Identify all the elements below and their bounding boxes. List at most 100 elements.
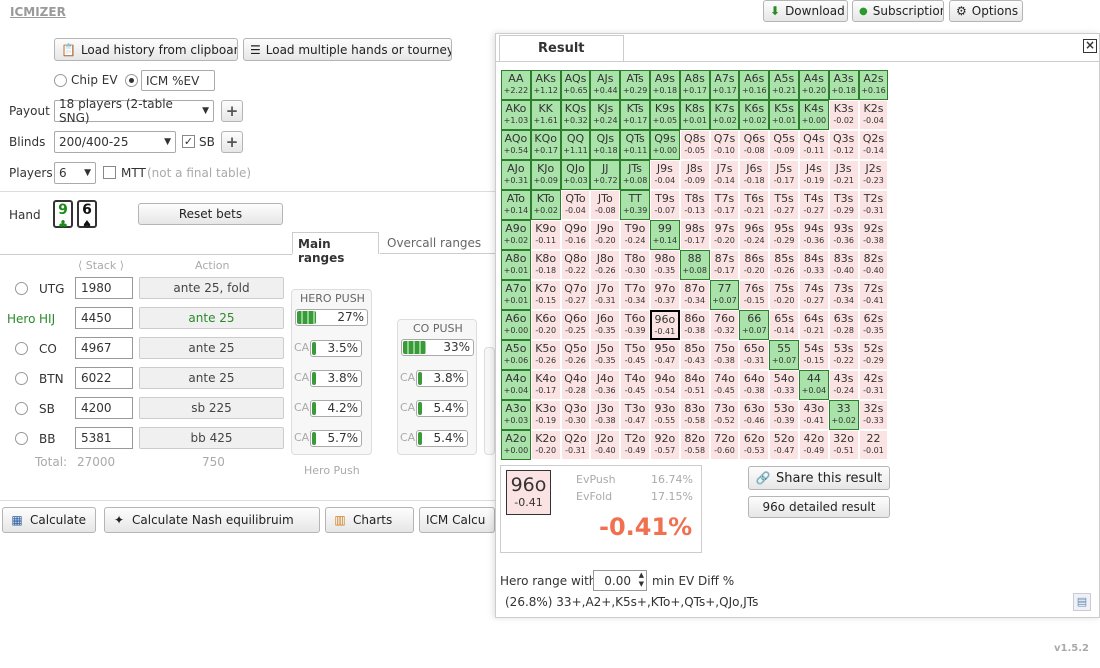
hand-cell[interactable]: K9o -0.11 xyxy=(530,220,561,250)
hand-cell[interactable]: 64s -0.21 xyxy=(798,310,829,340)
hand-cell[interactable]: KTs +0.17 xyxy=(620,100,650,130)
hand-cell[interactable]: 83o -0.58 xyxy=(679,400,710,430)
hand-cell[interactable]: T4o -0.45 xyxy=(620,370,650,400)
hand-cell[interactable]: A9o +0.02 xyxy=(501,220,531,250)
hand-cell[interactable]: 74o -0.45 xyxy=(709,370,740,400)
hero-push-bar[interactable]: 27% xyxy=(295,309,368,326)
hand-cell[interactable]: 53o -0.39 xyxy=(769,400,799,430)
hand-cell[interactable]: 62o -0.53 xyxy=(739,430,770,460)
result-tab[interactable]: Result xyxy=(499,35,624,62)
hand-cell[interactable]: T5o -0.45 xyxy=(620,340,650,370)
hand-cell[interactable]: T4s -0.27 xyxy=(798,190,829,220)
copy-icon[interactable]: ▤ xyxy=(1073,593,1091,611)
add-payout-button[interactable]: + xyxy=(221,100,243,122)
hand-cell[interactable]: KJs +0.24 xyxy=(590,100,621,130)
hand-cell[interactable]: 97s -0.20 xyxy=(709,220,740,250)
hand-cell[interactable]: Q4o -0.28 xyxy=(560,370,591,400)
hand-cell[interactable]: J3s -0.21 xyxy=(828,160,859,190)
hand-cell[interactable]: J8s -0.09 xyxy=(679,160,710,190)
hand-cell[interactable]: 52s -0.29 xyxy=(858,340,889,370)
hand-cell[interactable]: T7o -0.34 xyxy=(620,280,650,310)
icm-calculator-button[interactable]: ICM Calcu xyxy=(419,507,495,533)
hand-cell[interactable]: AJs +0.44 xyxy=(590,70,621,100)
seat-radio[interactable] xyxy=(15,372,28,385)
hand-card-2[interactable]: 6 ♠ xyxy=(77,200,97,231)
hand-cell[interactable]: 43o -0.41 xyxy=(798,400,829,430)
load-multiple-button[interactable]: ☰ Load multiple hands or tourney xyxy=(243,38,452,61)
hand-cell[interactable]: QJs +0.18 xyxy=(590,130,621,160)
hand-cell[interactable]: 82s -0.40 xyxy=(858,250,889,280)
hand-cell[interactable]: A3o +0.03 xyxy=(501,400,531,430)
hand-cell[interactable]: K5o -0.26 xyxy=(530,340,561,370)
hand-cell[interactable]: T6s -0.21 xyxy=(739,190,770,220)
hand-cell[interactable]: 96o -0.41 xyxy=(649,310,680,340)
hand-cell[interactable]: K3o -0.19 xyxy=(530,400,561,430)
hand-cell[interactable]: Q2s -0.14 xyxy=(858,130,889,160)
stack-input[interactable]: 6022 xyxy=(75,367,133,389)
hand-cell[interactable]: Q7o -0.27 xyxy=(560,280,591,310)
ca-bar[interactable]: 5.4% xyxy=(416,400,468,417)
hand-cell[interactable]: J5o -0.35 xyxy=(590,340,621,370)
hand-cell[interactable]: Q7s -0.10 xyxy=(709,130,740,160)
hand-cell[interactable]: QTs +0.11 xyxy=(620,130,650,160)
close-icon[interactable]: × xyxy=(1083,39,1097,53)
chip-ev-radio[interactable] xyxy=(54,74,67,87)
seat-radio[interactable] xyxy=(15,432,28,445)
hand-cell[interactable]: K4s +0.00 xyxy=(798,100,829,130)
hand-cell[interactable]: QTo -0.04 xyxy=(560,190,591,220)
hand-cell[interactable]: K6s +0.02 xyxy=(739,100,770,130)
options-button[interactable]: ⚙ Options xyxy=(949,0,1023,22)
hand-cell[interactable]: 95o -0.47 xyxy=(649,340,680,370)
hand-cell[interactable]: K2o -0.20 xyxy=(530,430,561,460)
hand-cell[interactable]: 83s -0.40 xyxy=(828,250,859,280)
stack-input[interactable]: 5381 xyxy=(75,427,133,449)
hand-cell[interactable]: J3o -0.38 xyxy=(590,400,621,430)
hand-cell[interactable]: Q5o -0.26 xyxy=(560,340,591,370)
hand-cell[interactable]: 82o -0.58 xyxy=(679,430,710,460)
hand-cell[interactable]: T3s -0.29 xyxy=(828,190,859,220)
hand-cell[interactable]: 76o -0.32 xyxy=(709,310,740,340)
hand-cell[interactable]: 62s -0.35 xyxy=(858,310,889,340)
hand-cell[interactable]: TT +0.39 xyxy=(620,190,650,220)
stack-input[interactable]: 1980 xyxy=(75,277,133,299)
hand-cell[interactable]: A3s +0.18 xyxy=(828,70,859,100)
hand-cell[interactable]: Q5s -0.09 xyxy=(769,130,799,160)
hand-cell[interactable]: 42o -0.49 xyxy=(798,430,829,460)
hand-cell[interactable]: 92s -0.38 xyxy=(858,220,889,250)
hand-cell[interactable]: 33 +0.02 xyxy=(828,400,859,430)
hand-cell[interactable]: ATo +0.14 xyxy=(501,190,531,220)
hand-cell[interactable]: A7s +0.17 xyxy=(709,70,740,100)
hand-cell[interactable]: 32o -0.51 xyxy=(828,430,859,460)
reset-bets-button[interactable]: Reset bets xyxy=(138,203,283,225)
hand-cell[interactable]: ATs +0.29 xyxy=(620,70,650,100)
hand-cell[interactable]: 85o -0.43 xyxy=(679,340,710,370)
hand-cell[interactable]: 22 -0.01 xyxy=(858,430,889,460)
hand-cell[interactable]: A8s +0.17 xyxy=(679,70,710,100)
hand-cell[interactable]: 75o -0.38 xyxy=(709,340,740,370)
min-ev-diff-input[interactable]: 0.00 ▲ ▼ xyxy=(593,570,647,591)
seat-radio[interactable] xyxy=(15,402,28,415)
hand-cell[interactable]: A6o +0.00 xyxy=(501,310,531,340)
hand-cell[interactable]: Q6o -0.25 xyxy=(560,310,591,340)
hand-cell[interactable]: QJo +0.03 xyxy=(560,160,591,190)
load-history-button[interactable]: 📋 Load history from clipboard xyxy=(54,38,238,61)
hand-cell[interactable]: QQ +1.11 xyxy=(560,130,591,160)
hand-cell[interactable]: AA +2.22 xyxy=(501,70,531,100)
hand-cell[interactable]: 87o -0.34 xyxy=(679,280,710,310)
hand-cell[interactable]: T8o -0.30 xyxy=(620,250,650,280)
hand-cell[interactable]: Q4s -0.11 xyxy=(798,130,829,160)
hand-cell[interactable]: T2o -0.49 xyxy=(620,430,650,460)
ca-bar[interactable]: 4.2% xyxy=(310,400,362,417)
hand-cell[interactable]: J9o -0.20 xyxy=(590,220,621,250)
hand-cell[interactable]: K8o -0.18 xyxy=(530,250,561,280)
hand-cell[interactable]: K9s +0.05 xyxy=(649,100,680,130)
hand-cell[interactable]: 98o -0.35 xyxy=(649,250,680,280)
hand-cell[interactable]: J6o -0.35 xyxy=(590,310,621,340)
action-field[interactable]: ante 25 xyxy=(139,307,284,329)
hand-cell[interactable]: 84s -0.33 xyxy=(798,250,829,280)
charts-button[interactable]: ▥ Charts xyxy=(325,507,414,533)
calculate-button[interactable]: ▦ Calculate xyxy=(2,507,96,533)
hand-cell[interactable]: 72s -0.41 xyxy=(858,280,889,310)
hand-cell[interactable]: KK +1.61 xyxy=(530,100,561,130)
hand-cell[interactable]: Q8s -0.05 xyxy=(679,130,710,160)
